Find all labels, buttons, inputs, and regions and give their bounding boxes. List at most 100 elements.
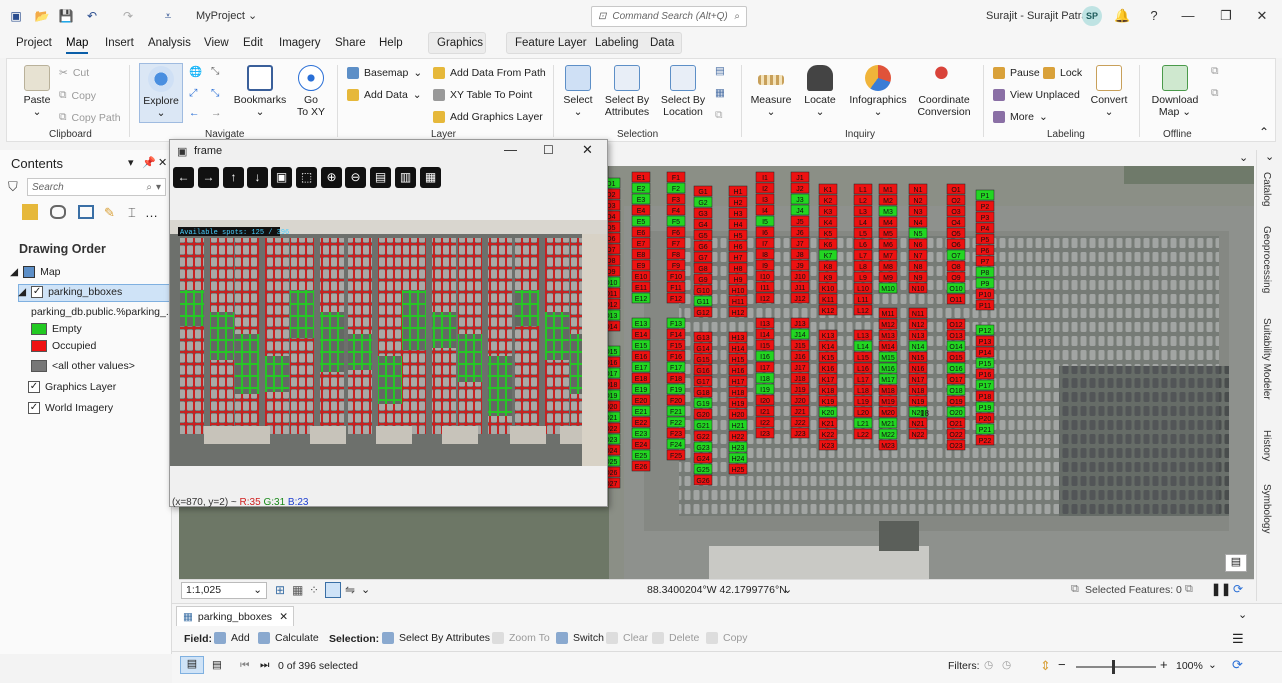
- zoom-to-button[interactable]: Zoom To: [492, 632, 550, 644]
- previous-extent-icon[interactable]: ←: [189, 107, 200, 119]
- customize-quick-access-icon[interactable]: ⩡: [160, 8, 176, 24]
- basemap-button[interactable]: Basemap ⌄: [347, 67, 422, 79]
- attribute-table-tab[interactable]: ▦ parking_bboxes ✕: [176, 606, 294, 626]
- graphics-layer-checkbox[interactable]: ✓: [28, 381, 40, 393]
- zoom-out-image-icon[interactable]: ⊖: [345, 167, 366, 188]
- tab-graphics[interactable]: Graphics: [437, 37, 483, 49]
- frame-maximize-icon[interactable]: ☐: [543, 143, 554, 157]
- undo-icon[interactable]: ↶: [84, 8, 100, 24]
- project-name-dropdown[interactable]: MyProject ⌄: [196, 9, 257, 22]
- help-icon[interactable]: ?: [1146, 8, 1162, 24]
- sync-icon[interactable]: ⧉: [1211, 65, 1219, 78]
- lock-button[interactable]: Lock: [1043, 67, 1082, 79]
- tab-edit[interactable]: Edit: [243, 37, 263, 49]
- tab-help[interactable]: Help: [379, 37, 403, 49]
- close-table-icon[interactable]: ✕: [279, 611, 288, 623]
- zoom-rect-icon[interactable]: ⬚: [296, 167, 317, 188]
- delete-button[interactable]: Delete: [652, 632, 699, 644]
- table-zoom-slider-thumb[interactable]: [1112, 660, 1115, 674]
- contents-search-input[interactable]: Search ⌕ ▾: [27, 178, 166, 196]
- open-project-icon[interactable]: 📂: [34, 8, 50, 24]
- select-button[interactable]: Select ⌄: [561, 65, 595, 118]
- layer-visibility-checkbox[interactable]: ✓: [31, 286, 44, 298]
- collapse-arrow-icon[interactable]: ◢: [10, 266, 18, 278]
- next-extent-icon[interactable]: →: [211, 107, 222, 119]
- bookmarks-button[interactable]: Bookmarks ⌄: [233, 65, 287, 118]
- list-by-drawing-order-icon[interactable]: [22, 204, 38, 220]
- calculate-button[interactable]: Calculate: [258, 632, 319, 644]
- zoom-out-fixed-icon[interactable]: ⤡: [211, 87, 219, 100]
- add-data-from-path-button[interactable]: Add Data From Path: [433, 67, 546, 79]
- dock-overflow-icon[interactable]: ⌄: [1265, 150, 1274, 163]
- locate-button[interactable]: Locate ⌄: [801, 65, 839, 118]
- pin-icon[interactable]: 📌: [142, 156, 156, 169]
- list-by-data-source-icon[interactable]: [50, 205, 66, 219]
- frame-window[interactable]: ▣ frame — ☐ ✕ ← → ↑ ↓ ▣ ⬚ ⊕ ⊖ ▤ ▥ ▦ Avai…: [169, 139, 608, 508]
- status-dropdown-icon[interactable]: ⌄: [361, 583, 370, 596]
- frame-close-icon[interactable]: ✕: [582, 142, 593, 158]
- table-zoom-slider[interactable]: [1076, 660, 1156, 674]
- pan-up-icon[interactable]: ↑: [223, 167, 244, 188]
- list-by-editing-icon[interactable]: ✎: [104, 205, 115, 221]
- tab-share[interactable]: Share: [335, 37, 366, 49]
- map-tabs-overflow-icon[interactable]: ⌄: [1239, 151, 1248, 164]
- tab-view[interactable]: View: [204, 37, 229, 49]
- tab-project[interactable]: Project: [16, 37, 52, 49]
- world-imagery-node[interactable]: ✓ World Imagery: [28, 402, 113, 414]
- collapse-ribbon-icon[interactable]: ⌃: [1259, 125, 1269, 139]
- zoom-in-icon[interactable]: +: [1160, 657, 1168, 672]
- legend-item-other[interactable]: <all other values>: [31, 360, 135, 372]
- coordinate-conversion-button[interactable]: Coordinate Conversion: [915, 65, 973, 118]
- minimize-icon[interactable]: —: [1180, 8, 1196, 24]
- fixed-zoom-icon[interactable]: ⤡: [211, 65, 219, 78]
- tab-catalog[interactable]: Catalog: [1261, 172, 1272, 206]
- save-icon[interactable]: 💾: [58, 8, 74, 24]
- table-overflow-icon[interactable]: ⌄: [1238, 608, 1247, 621]
- first-record-icon[interactable]: ⏮: [240, 659, 249, 672]
- tab-history[interactable]: History: [1261, 430, 1272, 461]
- list-by-selection-icon[interactable]: [78, 205, 94, 219]
- user-name[interactable]: Surajit - Surajit Patra: [986, 10, 1087, 22]
- fit-image-icon[interactable]: ▣: [271, 167, 292, 188]
- restore-icon[interactable]: ❐: [1218, 8, 1234, 24]
- add-field-button[interactable]: Add: [214, 632, 250, 644]
- map-tips-icon[interactable]: ▤: [1225, 554, 1247, 572]
- attributes-pane-icon[interactable]: ▤: [715, 65, 725, 77]
- close-icon[interactable]: ✕: [1254, 8, 1270, 24]
- more-button[interactable]: More ⌄: [993, 111, 1048, 123]
- zoom-in-image-icon[interactable]: ⊕: [321, 167, 342, 188]
- sort-icon[interactable]: ⇕: [1040, 658, 1051, 674]
- cut-button[interactable]: ✂ Cut: [59, 67, 89, 79]
- tab-labeling[interactable]: Labeling: [595, 37, 638, 49]
- legend-item-empty[interactable]: Empty: [31, 323, 82, 335]
- tab-insert[interactable]: Insert: [105, 37, 134, 49]
- clear-selection-icon[interactable]: ▦: [715, 87, 725, 99]
- full-extent-icon[interactable]: 🌐: [189, 65, 202, 78]
- add-data-button[interactable]: Add Data ⌄: [347, 89, 422, 101]
- zoom-level-dropdown-icon[interactable]: ⌄: [1208, 659, 1217, 671]
- app-menu-icon[interactable]: ▣: [8, 8, 24, 24]
- add-graphics-layer-button[interactable]: Add Graphics Layer: [433, 111, 543, 123]
- pause-button[interactable]: Pause: [993, 67, 1040, 79]
- time-icon[interactable]: ⇋: [345, 583, 355, 597]
- command-search[interactable]: ⊡ Command Search (Alt+Q) ⌕: [591, 6, 747, 27]
- refresh-map-icon[interactable]: ⟳: [1233, 582, 1243, 596]
- clear-button[interactable]: Clear: [606, 632, 648, 644]
- view-unplaced-button[interactable]: View Unplaced: [993, 89, 1080, 101]
- select-by-location-button[interactable]: Select By Location: [659, 65, 707, 118]
- remove-offline-icon[interactable]: ⧉: [1211, 87, 1219, 100]
- coordinate-format-dropdown-icon[interactable]: ⌄: [783, 583, 792, 596]
- infographics-button[interactable]: Infographics ⌄: [847, 65, 909, 118]
- refresh-selection-icon[interactable]: ⧉: [1185, 583, 1193, 596]
- last-record-icon[interactable]: ⏭: [260, 659, 269, 672]
- collapse-arrow-icon[interactable]: ◢: [18, 286, 26, 298]
- map-node[interactable]: ◢ Map: [10, 266, 61, 278]
- measure-button[interactable]: Measure ⌄: [749, 65, 793, 118]
- switch-button[interactable]: Switch: [556, 632, 604, 644]
- show-selected-icon[interactable]: ▤: [212, 659, 222, 671]
- download-map-button[interactable]: Download Map ⌄: [1149, 65, 1201, 118]
- zoom-in-fixed-icon[interactable]: ⤢: [189, 87, 197, 100]
- more-list-options-icon[interactable]: …: [145, 205, 158, 220]
- redo-icon[interactable]: ↷: [120, 8, 136, 24]
- go-to-xy-button[interactable]: Go To XY: [293, 65, 329, 118]
